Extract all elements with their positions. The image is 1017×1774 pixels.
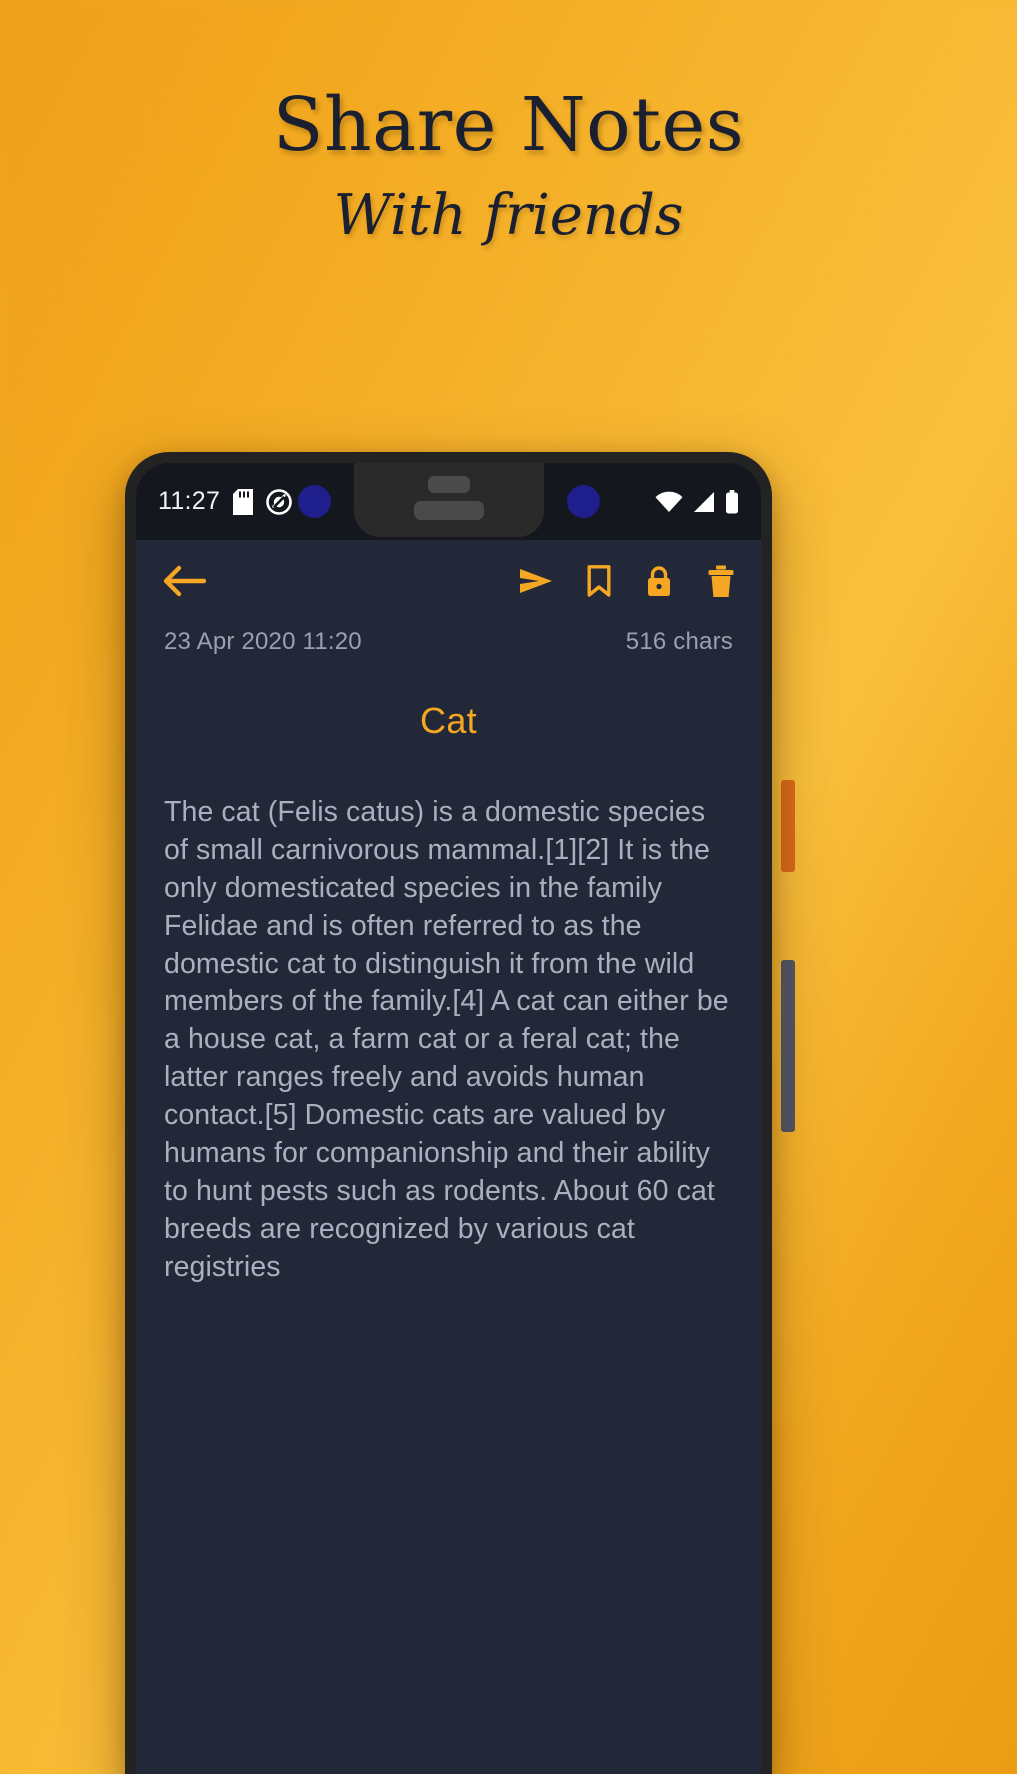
lock-icon[interactable]: [645, 565, 673, 598]
promo-heading-block: Share Notes With friends: [0, 88, 1017, 244]
earpiece-speaker-top: [427, 476, 470, 493]
status-bar-right: [655, 489, 739, 514]
note-body-text[interactable]: The cat (Felis catus) is a domestic spec…: [164, 794, 733, 1287]
trash-icon[interactable]: [707, 565, 735, 598]
phone-screen: 11:27 23 Apr 2020 11:20 516 chars Cat Th…: [136, 463, 761, 1774]
front-camera-icon-left: [297, 485, 331, 518]
promo-subtitle: With friends: [333, 183, 684, 248]
bookmark-icon[interactable]: [587, 565, 611, 597]
note-meta-row: 23 Apr 2020 11:20 516 chars: [136, 628, 761, 656]
sd-card-icon: [233, 488, 254, 515]
notes-app-screen: 23 Apr 2020 11:20 516 chars Cat The cat …: [136, 540, 761, 1774]
note-char-count: 516 chars: [625, 628, 733, 655]
front-camera-icon-right: [566, 485, 600, 518]
send-icon[interactable]: [519, 567, 553, 595]
cellular-signal-icon: [692, 491, 716, 513]
accent-strip-blue: [781, 960, 795, 1132]
note-date: 23 Apr 2020 11:20: [164, 628, 362, 655]
status-bar-clock: 11:27: [158, 487, 221, 515]
promo-title: Share Notes: [272, 82, 745, 168]
toolbar-actions: [519, 565, 735, 598]
note-title[interactable]: Cat: [136, 700, 761, 742]
battery-icon: [725, 489, 739, 514]
status-bar: 11:27: [136, 463, 761, 540]
back-button[interactable]: [162, 564, 206, 598]
wifi-icon: [655, 491, 683, 513]
earpiece-speaker-bottom: [413, 501, 484, 520]
phone-notch: [297, 463, 600, 537]
phone-mockup: 11:27 23 Apr 2020 11:20 516 chars Cat Th…: [125, 452, 772, 1774]
app-toolbar: [136, 540, 761, 622]
accent-strip-orange: [781, 780, 795, 872]
status-bar-left: 11:27: [158, 487, 293, 516]
do-not-disturb-icon: [266, 488, 293, 515]
